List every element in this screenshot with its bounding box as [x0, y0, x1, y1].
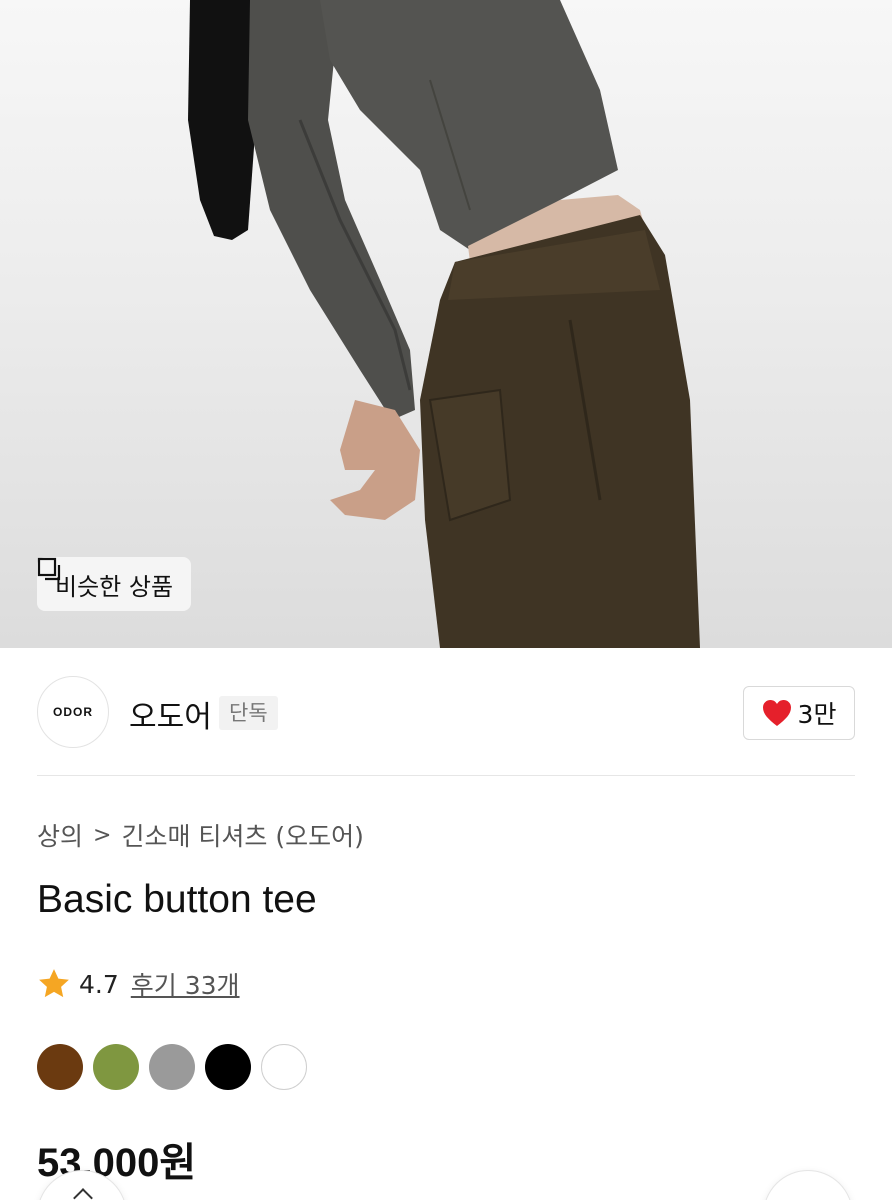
heart-icon [762, 700, 791, 726]
similar-products-label: 비슷한 상품 [55, 572, 174, 601]
color-swatch-black[interactable] [205, 1044, 251, 1090]
rating-row: 4.7 후기 33개 [37, 966, 240, 1002]
floating-action-button[interactable] [763, 1170, 853, 1200]
brand-logo[interactable]: ODOR [37, 676, 109, 748]
like-count: 3만 [797, 700, 837, 729]
product-title: Basic button tee [37, 878, 317, 921]
similar-products-button[interactable]: 비슷한 상품 [37, 557, 192, 611]
divider [37, 775, 855, 776]
exclusive-badge: 단독 [219, 696, 278, 730]
breadcrumb-subcategory[interactable]: 긴소매 티셔츠 (오도어) [121, 817, 363, 853]
layers-icon [37, 557, 61, 581]
color-swatch-brown[interactable] [37, 1044, 83, 1090]
brand-row: ODOR 오도어 단독 3만 [37, 676, 855, 750]
color-swatches [37, 1044, 307, 1090]
brand-name[interactable]: 오도어 [129, 692, 212, 736]
chevron-up-icon [73, 1188, 93, 1200]
brand-logo-text: ODOR [53, 705, 93, 719]
color-swatch-gray[interactable] [149, 1044, 195, 1090]
model-photo [188, 0, 700, 648]
rating-score: 4.7 [79, 969, 119, 999]
color-swatch-white[interactable] [261, 1044, 307, 1090]
breadcrumb: 상의 > 긴소매 티셔츠 (오도어) [37, 817, 364, 853]
product-image[interactable]: 비슷한 상품 [0, 0, 892, 648]
like-button[interactable]: 3만 [743, 686, 855, 740]
breadcrumb-category[interactable]: 상의 [37, 817, 83, 853]
color-swatch-olive[interactable] [93, 1044, 139, 1090]
reviews-link[interactable]: 후기 33개 [131, 966, 240, 1002]
star-icon [39, 969, 69, 998]
chevron-right-icon: > [93, 822, 112, 848]
